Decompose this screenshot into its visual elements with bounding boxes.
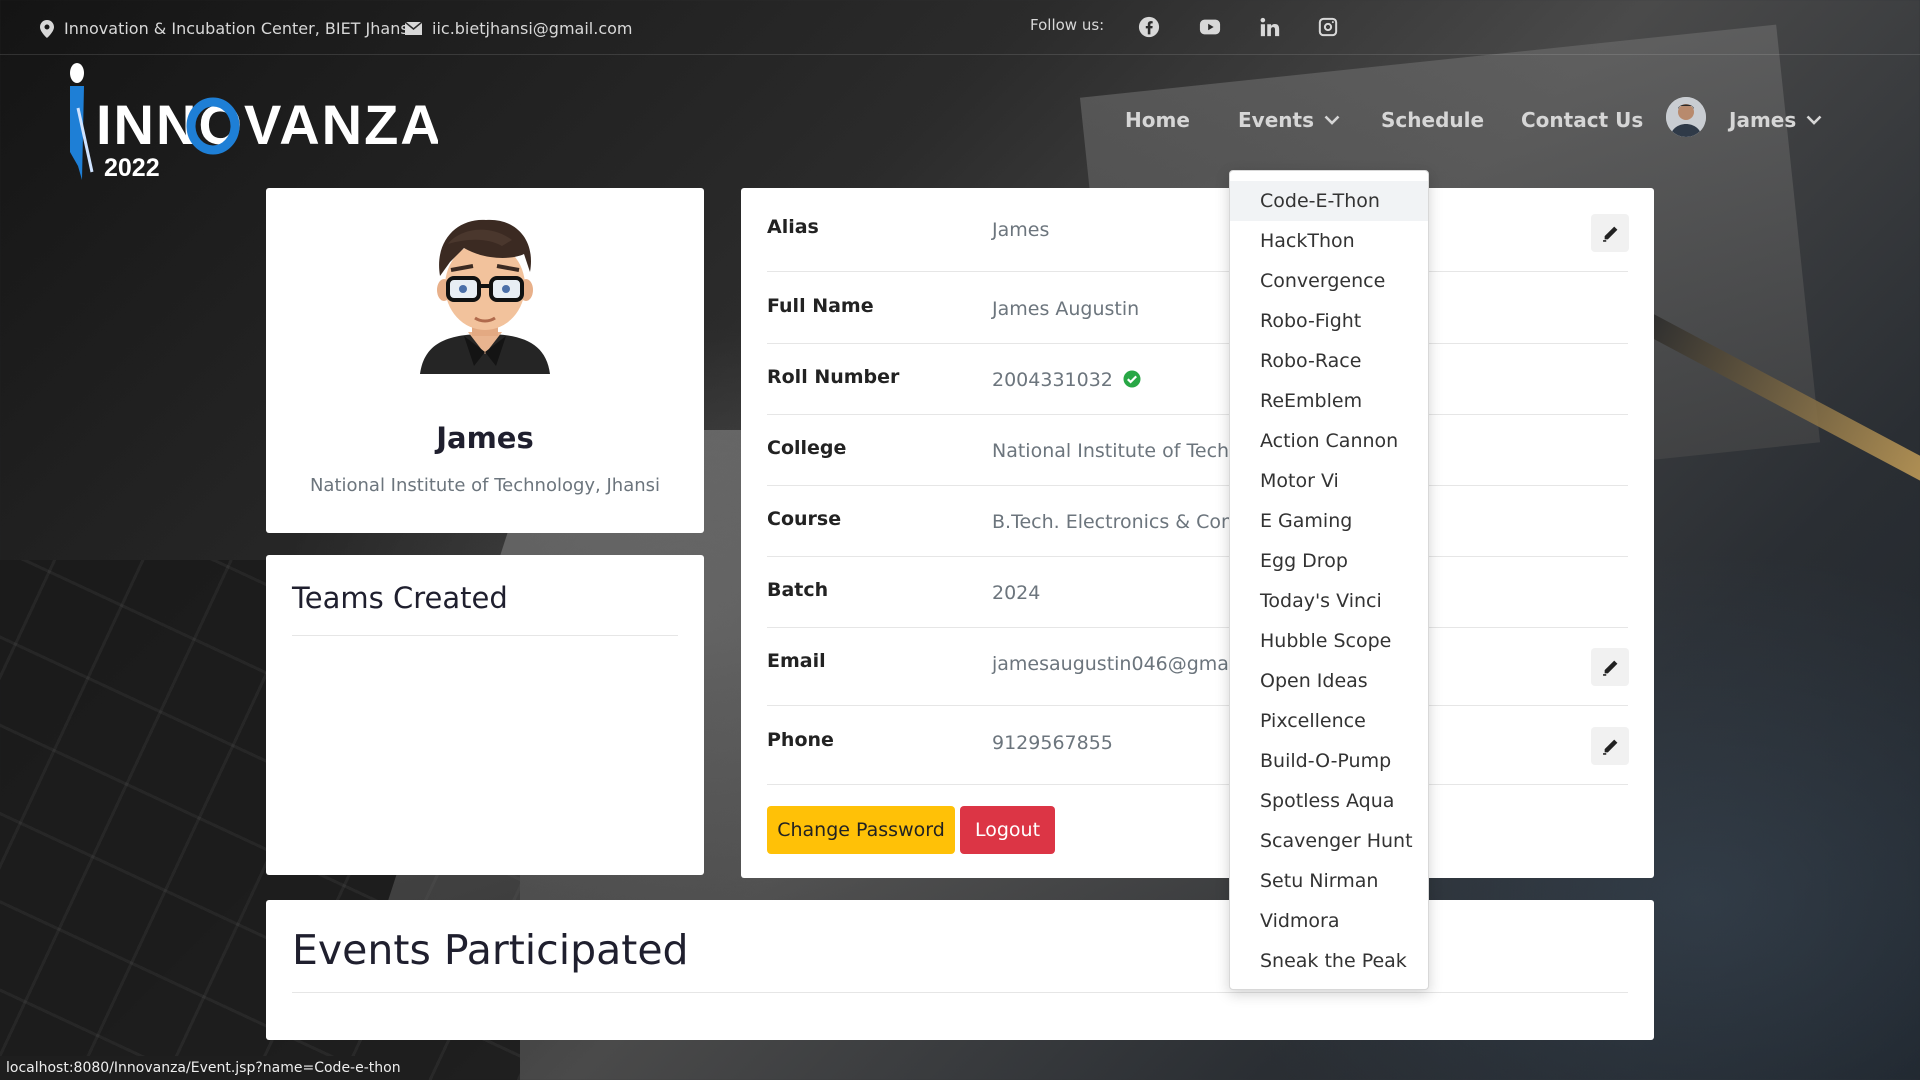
nav-events[interactable]: Events	[1238, 108, 1340, 132]
teams-title: Teams Created	[292, 581, 508, 615]
dropdown-item[interactable]: ReEmblem	[1230, 381, 1428, 421]
user-info-card: Alias James Full Name James Augustin Rol…	[741, 188, 1654, 878]
email-link[interactable]: iic.bietjhansi@gmail.com	[432, 19, 633, 38]
logo-wordmark: INNOVANZA	[96, 93, 438, 156]
map-pin-icon	[40, 19, 54, 38]
logout-button[interactable]: Logout	[960, 806, 1055, 854]
location-info: Innovation & Incubation Center, BIET Jha…	[40, 19, 413, 38]
college-label: College	[767, 437, 847, 459]
dropdown-item[interactable]: Pixcellence	[1230, 701, 1428, 741]
nav-user-name: James	[1729, 108, 1797, 132]
row-divider	[767, 414, 1628, 415]
teams-card: Teams Created	[266, 555, 704, 875]
dropdown-item[interactable]: Code-E-Thon	[1230, 181, 1428, 221]
edit-alias-button[interactable]	[1591, 214, 1629, 252]
nav-contact[interactable]: Contact Us	[1521, 108, 1643, 132]
profile-college: National Institute of Technology, Jhansi	[309, 475, 661, 496]
row-divider	[767, 627, 1628, 628]
chevron-down-icon	[1324, 115, 1340, 125]
instagram-icon[interactable]	[1315, 14, 1341, 40]
dropdown-item[interactable]: Sneak the Peak	[1230, 941, 1428, 981]
phone-label: Phone	[767, 729, 834, 751]
chevron-down-icon	[1806, 115, 1822, 125]
linkedin-icon[interactable]	[1257, 14, 1283, 40]
row-divider	[767, 705, 1628, 706]
edit-phone-button[interactable]	[1591, 727, 1629, 765]
dropdown-item[interactable]: Egg Drop	[1230, 541, 1428, 581]
status-bar-url: localhost:8080/Innovanza/Event.jsp?name=…	[0, 1056, 407, 1080]
events-participated-card: Events Participated	[266, 900, 1654, 1040]
change-password-button[interactable]: Change Password	[767, 806, 955, 854]
events-dropdown-menu: Code-E-Thon HackThon Convergence Robo-Fi…	[1229, 170, 1429, 990]
facebook-icon[interactable]	[1136, 14, 1162, 40]
events-divider	[292, 992, 1628, 993]
dropdown-item[interactable]: Build-O-Pump	[1230, 741, 1428, 781]
follow-label: Follow us:	[1030, 16, 1105, 34]
dropdown-item[interactable]: Robo-Fight	[1230, 301, 1428, 341]
dropdown-item[interactable]: Scavenger Hunt	[1230, 821, 1428, 861]
events-participated-title: Events Participated	[292, 926, 689, 974]
dropdown-item[interactable]: Today's Vinci	[1230, 581, 1428, 621]
edit-email-button[interactable]	[1591, 648, 1629, 686]
course-label: Course	[767, 508, 842, 530]
pencil-icon	[1602, 660, 1617, 676]
envelope-icon	[405, 22, 422, 35]
dropdown-item[interactable]: Open Ideas	[1230, 661, 1428, 701]
location-text: Innovation & Incubation Center, BIET Jha…	[64, 19, 414, 38]
dropdown-item[interactable]: E Gaming	[1230, 501, 1428, 541]
dropdown-item[interactable]: Spotless Aqua	[1230, 781, 1428, 821]
innovanza-logo[interactable]: INNOVANZA 2022	[58, 62, 441, 182]
dropdown-item[interactable]: Vidmora	[1230, 901, 1428, 941]
dropdown-item[interactable]: Action Cannon	[1230, 421, 1428, 461]
alias-value: James	[992, 219, 1050, 241]
email-value: jamesaugustin046@gmail.c	[992, 653, 1256, 675]
roll-number-value: 2004331032	[992, 369, 1141, 391]
roll-number-label: Roll Number	[767, 366, 900, 388]
dropdown-item[interactable]: Hubble Scope	[1230, 621, 1428, 661]
dropdown-item[interactable]: Setu Nirman	[1230, 861, 1428, 901]
college-value: National Institute of Techno	[992, 440, 1253, 462]
pencil-icon	[1602, 226, 1617, 242]
dropdown-item[interactable]: Robo-Race	[1230, 341, 1428, 381]
row-divider	[767, 271, 1628, 272]
pencil-icon	[1602, 739, 1617, 755]
dropdown-item[interactable]: Motor Vi	[1230, 461, 1428, 501]
nav-user-menu[interactable]: James	[1729, 108, 1822, 132]
nav-home[interactable]: Home	[1125, 108, 1190, 132]
nav-schedule[interactable]: Schedule	[1381, 108, 1484, 132]
row-divider	[767, 556, 1628, 557]
nav-events-label: Events	[1238, 108, 1314, 132]
dropdown-item[interactable]: Convergence	[1230, 261, 1428, 301]
row-divider	[767, 485, 1628, 486]
fullname-label: Full Name	[767, 295, 874, 317]
batch-value: 2024	[992, 582, 1041, 604]
teams-divider	[292, 635, 678, 636]
email-label: Email	[767, 650, 826, 672]
row-divider	[767, 343, 1628, 344]
verified-check-icon	[1123, 370, 1141, 388]
youtube-icon[interactable]	[1197, 14, 1223, 40]
alias-label: Alias	[767, 216, 819, 238]
profile-card: James National Institute of Technology, …	[266, 188, 704, 533]
top-info-bar: Innovation & Incubation Center, BIET Jha…	[0, 0, 1920, 55]
course-value: B.Tech. Electronics & Comm	[992, 511, 1259, 533]
phone-value: 9129567855	[992, 732, 1113, 754]
user-avatar[interactable]	[1666, 97, 1706, 137]
row-divider	[767, 784, 1628, 785]
fullname-value: James Augustin	[992, 298, 1140, 320]
email-info: iic.bietjhansi@gmail.com	[405, 19, 633, 38]
batch-label: Batch	[767, 579, 829, 601]
dropdown-item[interactable]: HackThon	[1230, 221, 1428, 261]
logo-year: 2022	[104, 154, 160, 182]
roll-number-text: 2004331032	[992, 369, 1113, 391]
profile-name: James	[436, 421, 534, 455]
profile-avatar	[418, 214, 552, 374]
